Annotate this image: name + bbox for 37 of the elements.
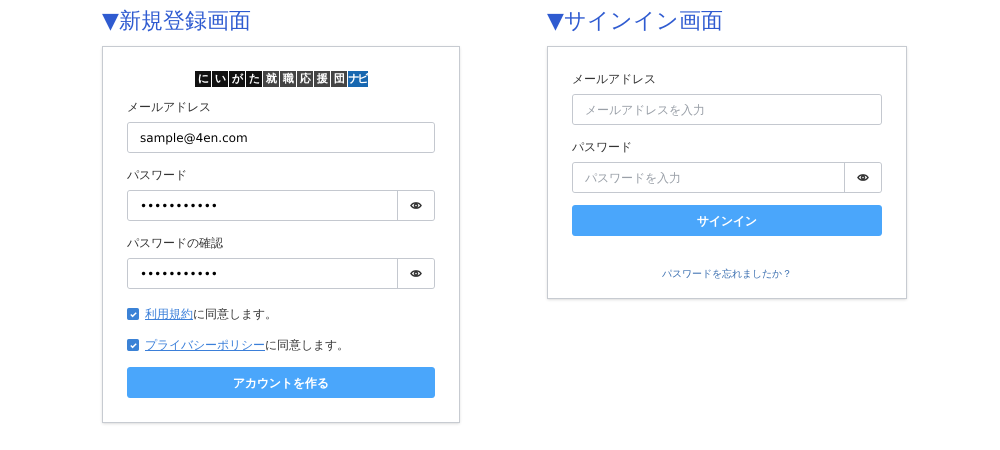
eye-icon: [857, 173, 869, 182]
password-field[interactable]: •••••••••••: [127, 258, 398, 289]
section-heading: ▼新規登録画面: [102, 8, 252, 36]
forgot-password-link[interactable]: パスワードを忘れましたか？: [662, 267, 792, 282]
agreement-link[interactable]: 利用規約: [145, 307, 193, 321]
eye-icon: [410, 201, 422, 210]
agreement-link[interactable]: プライバシーポリシー: [145, 338, 265, 352]
check-icon: [128, 340, 138, 350]
email-field[interactable]: メールアドレスを入力: [572, 94, 882, 125]
checkbox[interactable]: [127, 339, 139, 351]
show-password-button[interactable]: [845, 162, 882, 193]
logo-tile: た: [246, 71, 262, 87]
password-field[interactable]: パスワードを入力: [572, 162, 845, 193]
agreement-text: プライバシーポリシーに同意します。: [145, 337, 349, 354]
eye-icon: [410, 269, 422, 278]
agreement-text: 利用規約に同意します。: [145, 306, 277, 323]
logo-tile: ナビ: [348, 71, 368, 87]
section-heading: ▼サインイン画面: [547, 8, 724, 36]
field-label: パスワードの確認: [127, 235, 224, 251]
field-label: メールアドレス: [127, 99, 212, 115]
logo-tile: に: [194, 71, 210, 87]
logo-tile: 団: [330, 71, 346, 87]
logo-tile: 援: [314, 71, 330, 87]
field-label: パスワード: [572, 139, 633, 155]
checkbox[interactable]: [127, 308, 139, 320]
logo-tile: 就: [262, 71, 278, 87]
logo-tile: が: [228, 71, 244, 87]
logo-tile: 応: [296, 71, 312, 87]
show-password-button[interactable]: [398, 190, 435, 221]
field-label: メールアドレス: [572, 71, 657, 87]
field-label: パスワード: [127, 167, 188, 183]
check-icon: [128, 310, 138, 318]
show-password-button[interactable]: [398, 258, 435, 289]
password-field[interactable]: •••••••••••: [127, 190, 398, 221]
email-field[interactable]: sample@4en.com: [127, 122, 435, 153]
logo-tile: い: [212, 71, 228, 87]
logo-tile: 職: [280, 71, 296, 87]
